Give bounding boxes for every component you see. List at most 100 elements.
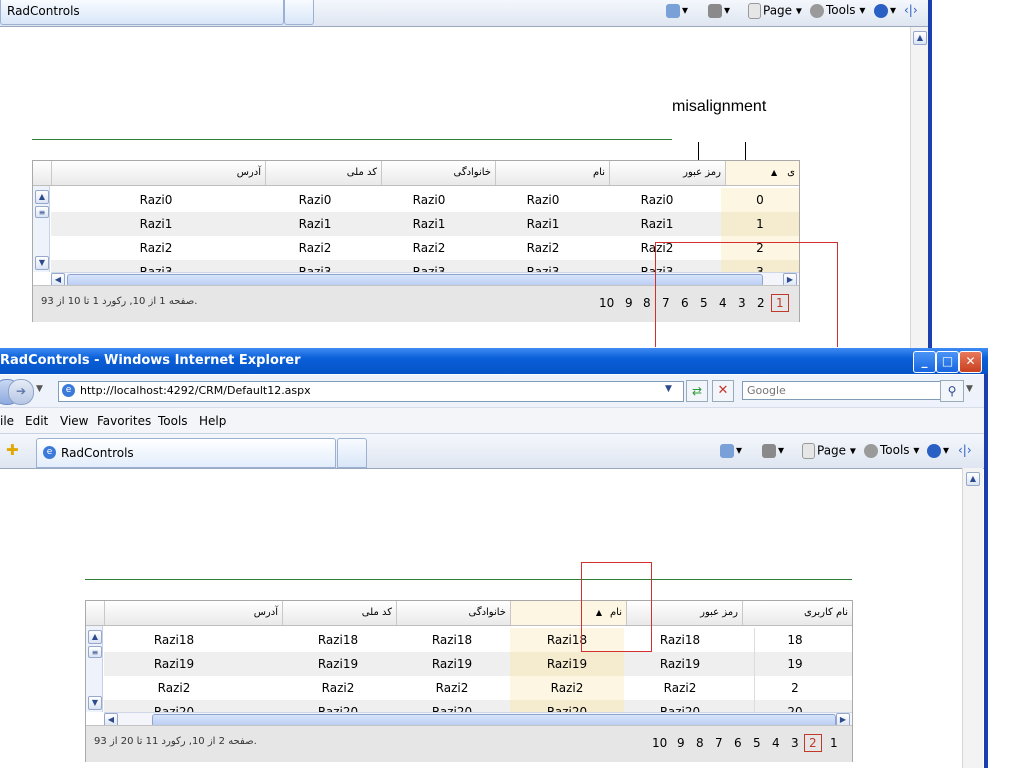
search-icon[interactable]: ⚲: [940, 380, 964, 402]
back-tab-label: RadControls: [7, 4, 80, 18]
back-research-icon[interactable]: ‹|›: [904, 3, 918, 17]
back-header-username-sorted[interactable]: ▲ ی: [725, 161, 799, 185]
cell-address: Razi1: [139, 217, 173, 231]
front-scroll-up-arrow[interactable]: ▲: [966, 472, 980, 486]
ie-page-icon: e: [62, 384, 75, 397]
help-icon: [874, 3, 888, 18]
back-tools-label: Tools: [826, 3, 856, 17]
front-page-link-10[interactable]: 10: [652, 736, 667, 750]
menu-edit[interactable]: Edit: [25, 414, 48, 428]
cell-national-code: Razi20: [317, 705, 359, 712]
back-header-password[interactable]: رمز عبور: [609, 161, 725, 185]
table-row[interactable]: Razi0 Razi0 Razi0 Razi0 Razi0 0: [51, 188, 799, 212]
stop-icon[interactable]: ✕: [712, 380, 734, 402]
front-new-tab-button[interactable]: [337, 438, 367, 468]
back-header-family-name[interactable]: خانوادگی: [381, 161, 495, 185]
menu-help[interactable]: Help: [199, 414, 226, 428]
back-header-address[interactable]: آدرس: [51, 161, 265, 185]
back-header-national-code[interactable]: کد ملی: [265, 161, 381, 185]
table-row[interactable]: Razi1 Razi1 Razi1 Razi1 Razi1 1: [51, 212, 799, 236]
front-grid-scroll-thumb[interactable]: ≡: [88, 646, 102, 658]
front-page-menu[interactable]: Page ▾: [802, 443, 856, 459]
history-dropdown-icon[interactable]: ▼: [36, 384, 43, 394]
front-header-family-name[interactable]: خانوادگی: [396, 601, 510, 625]
back-page-label: Page: [763, 3, 793, 18]
front-page-link-1[interactable]: 1: [830, 736, 838, 750]
front-research-icon[interactable]: ‹|›: [958, 443, 972, 457]
minimize-button[interactable]: _: [913, 351, 936, 373]
table-row[interactable]: Razi18 Razi18 Razi18 Razi18 Razi18 18: [104, 628, 852, 652]
front-print-button[interactable]: ▾: [762, 443, 784, 458]
back-scroll-up-arrow[interactable]: ▲: [913, 31, 927, 45]
front-page-link-5[interactable]: 5: [753, 736, 761, 750]
front-header-username[interactable]: نام کاربری: [742, 601, 852, 625]
front-grid-scroll-down[interactable]: ▼: [88, 696, 102, 710]
front-page-link-current[interactable]: 2: [804, 734, 822, 752]
menu-tools[interactable]: Tools: [158, 414, 188, 428]
cell-username: 19: [754, 652, 835, 676]
back-page-link-10[interactable]: 10: [599, 296, 614, 310]
front-page-link-9[interactable]: 9: [677, 736, 685, 750]
back-header-name[interactable]: نام: [495, 161, 609, 185]
back-grid-scroll-up[interactable]: ▲: [35, 190, 49, 204]
favorites-star-icon[interactable]: ✚: [6, 441, 19, 459]
front-grid-vscroll[interactable]: ▲ ≡ ▼: [86, 626, 103, 712]
back-tab-radcontrols[interactable]: RadControls: [0, 0, 284, 25]
table-row[interactable]: Razi19 Razi19 Razi19 Razi19 Razi19 19: [104, 652, 852, 676]
front-tab-radcontrols[interactable]: e RadControls: [36, 438, 336, 468]
cell-username: 18: [754, 628, 835, 652]
back-new-tab-button[interactable]: [284, 0, 314, 25]
back-divider-line: [32, 139, 672, 140]
back-home-button[interactable]: ▾: [666, 3, 688, 18]
cell-name: Razi0: [526, 193, 560, 207]
refresh-icon[interactable]: ⇄: [686, 380, 708, 402]
front-grid-scroll-up[interactable]: ▲: [88, 630, 102, 644]
front-page-scrollbar[interactable]: ▲: [962, 468, 983, 768]
misalignment-annotation: misalignment: [672, 98, 767, 115]
cell-password: Razi19: [659, 657, 701, 671]
front-tools-menu[interactable]: Tools ▾: [864, 443, 919, 458]
table-row[interactable]: Razi20 Razi20 Razi20 Razi20 Razi20 20: [104, 700, 852, 712]
search-options-icon[interactable]: ▼: [966, 384, 973, 394]
table-row[interactable]: Razi2 Razi2 Razi2 Razi2 Razi2 2: [104, 676, 852, 700]
menu-file[interactable]: ile: [0, 414, 14, 428]
back-page-link-8[interactable]: 8: [643, 296, 651, 310]
close-button[interactable]: ✕: [959, 351, 982, 373]
front-help-button[interactable]: ▾: [927, 443, 949, 458]
cell-name: Razi19: [510, 652, 624, 676]
home-icon: [720, 443, 734, 458]
address-bar[interactable]: e http://localhost:4292/CRM/Default12.as…: [58, 381, 684, 402]
cell-family-name: Razi3: [412, 265, 446, 272]
maximize-button[interactable]: □: [936, 351, 959, 373]
front-header-address[interactable]: آدرس: [104, 601, 282, 625]
front-header-national-code[interactable]: کد ملی: [282, 601, 396, 625]
address-dropdown-icon[interactable]: ▼: [665, 384, 672, 394]
front-page-link-3[interactable]: 3: [791, 736, 799, 750]
cell-family-name: Razi20: [431, 705, 473, 712]
front-page-link-6[interactable]: 6: [734, 736, 742, 750]
back-help-button[interactable]: ▾: [874, 3, 896, 18]
front-page-link-8[interactable]: 8: [696, 736, 704, 750]
menu-view[interactable]: View: [60, 414, 88, 428]
back-page-menu[interactable]: Page ▾: [748, 3, 802, 19]
back-grid-scroll-down[interactable]: ▼: [35, 256, 49, 270]
search-input[interactable]: [742, 381, 942, 400]
sort-asc-icon: ▲: [771, 168, 778, 177]
back-grid-vscroll[interactable]: ▲ ≡ ▼: [33, 186, 50, 272]
front-page-link-7[interactable]: 7: [715, 736, 723, 750]
front-home-button[interactable]: ▾: [720, 443, 742, 458]
help-icon: [927, 443, 941, 458]
forward-nav-icon[interactable]: ➔: [8, 379, 34, 405]
back-print-button[interactable]: ▾: [708, 3, 730, 18]
cell-name: Razi2: [510, 676, 624, 700]
back-grid-scroll-thumb[interactable]: ≡: [35, 206, 49, 218]
front-grid-pager: صفحه 2 از 10, رکورد 11 تا 20 از 93. 10 9…: [86, 725, 852, 762]
front-grid: آدرس کد ملی خانوادگی ▲ نام رمز عبور نام ک…: [85, 600, 853, 762]
cell-family-name: Razi2: [412, 241, 446, 255]
front-page-link-4[interactable]: 4: [772, 736, 780, 750]
cell-national-code: Razi2: [298, 241, 332, 255]
back-page-link-9[interactable]: 9: [625, 296, 633, 310]
menu-favorites[interactable]: Favorites: [97, 414, 151, 428]
back-tools-menu[interactable]: Tools ▾: [810, 3, 865, 18]
back-page-scrollbar[interactable]: ▲: [910, 27, 929, 348]
